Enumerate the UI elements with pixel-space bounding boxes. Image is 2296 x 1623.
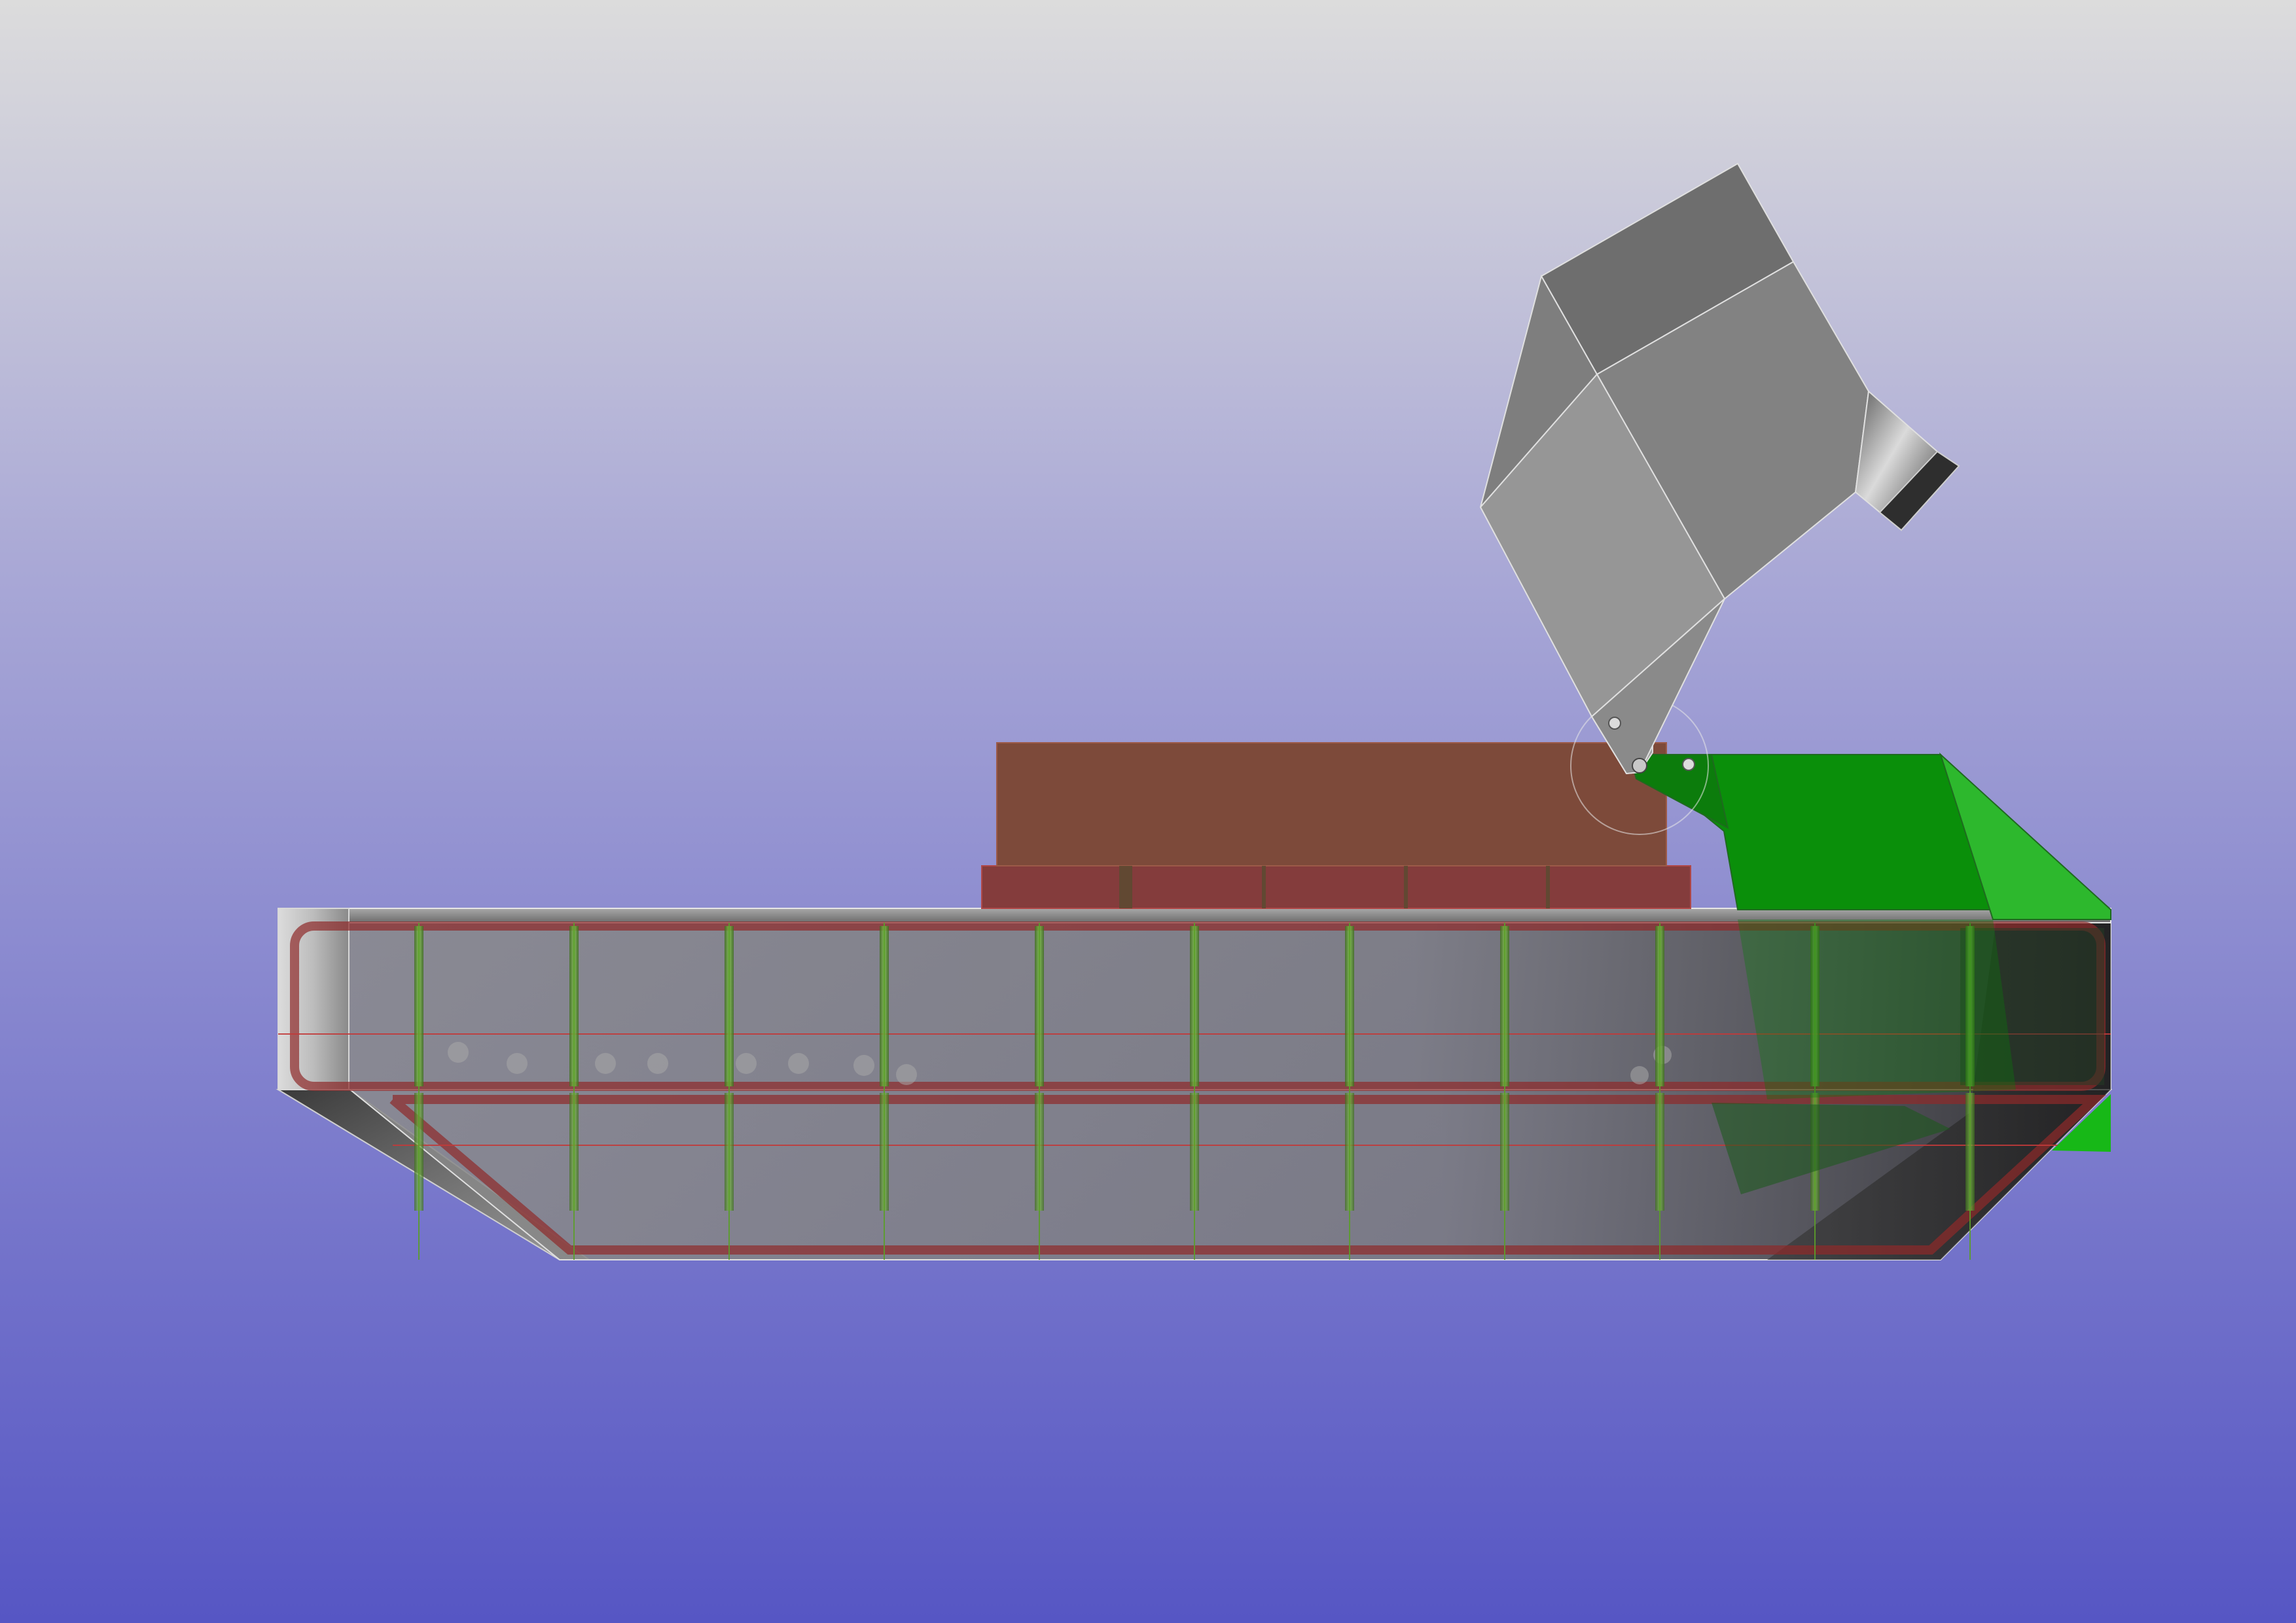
tipper-lower-ghost [1738, 919, 2016, 1099]
cad-3d-viewport[interactable] [0, 0, 2296, 1623]
deckhouse-block [996, 742, 1667, 866]
bow-post [278, 908, 350, 1090]
model-scene[interactable] [0, 0, 2296, 1623]
deckhouse-base [981, 865, 1691, 909]
deckhouse[interactable] [981, 742, 1691, 909]
